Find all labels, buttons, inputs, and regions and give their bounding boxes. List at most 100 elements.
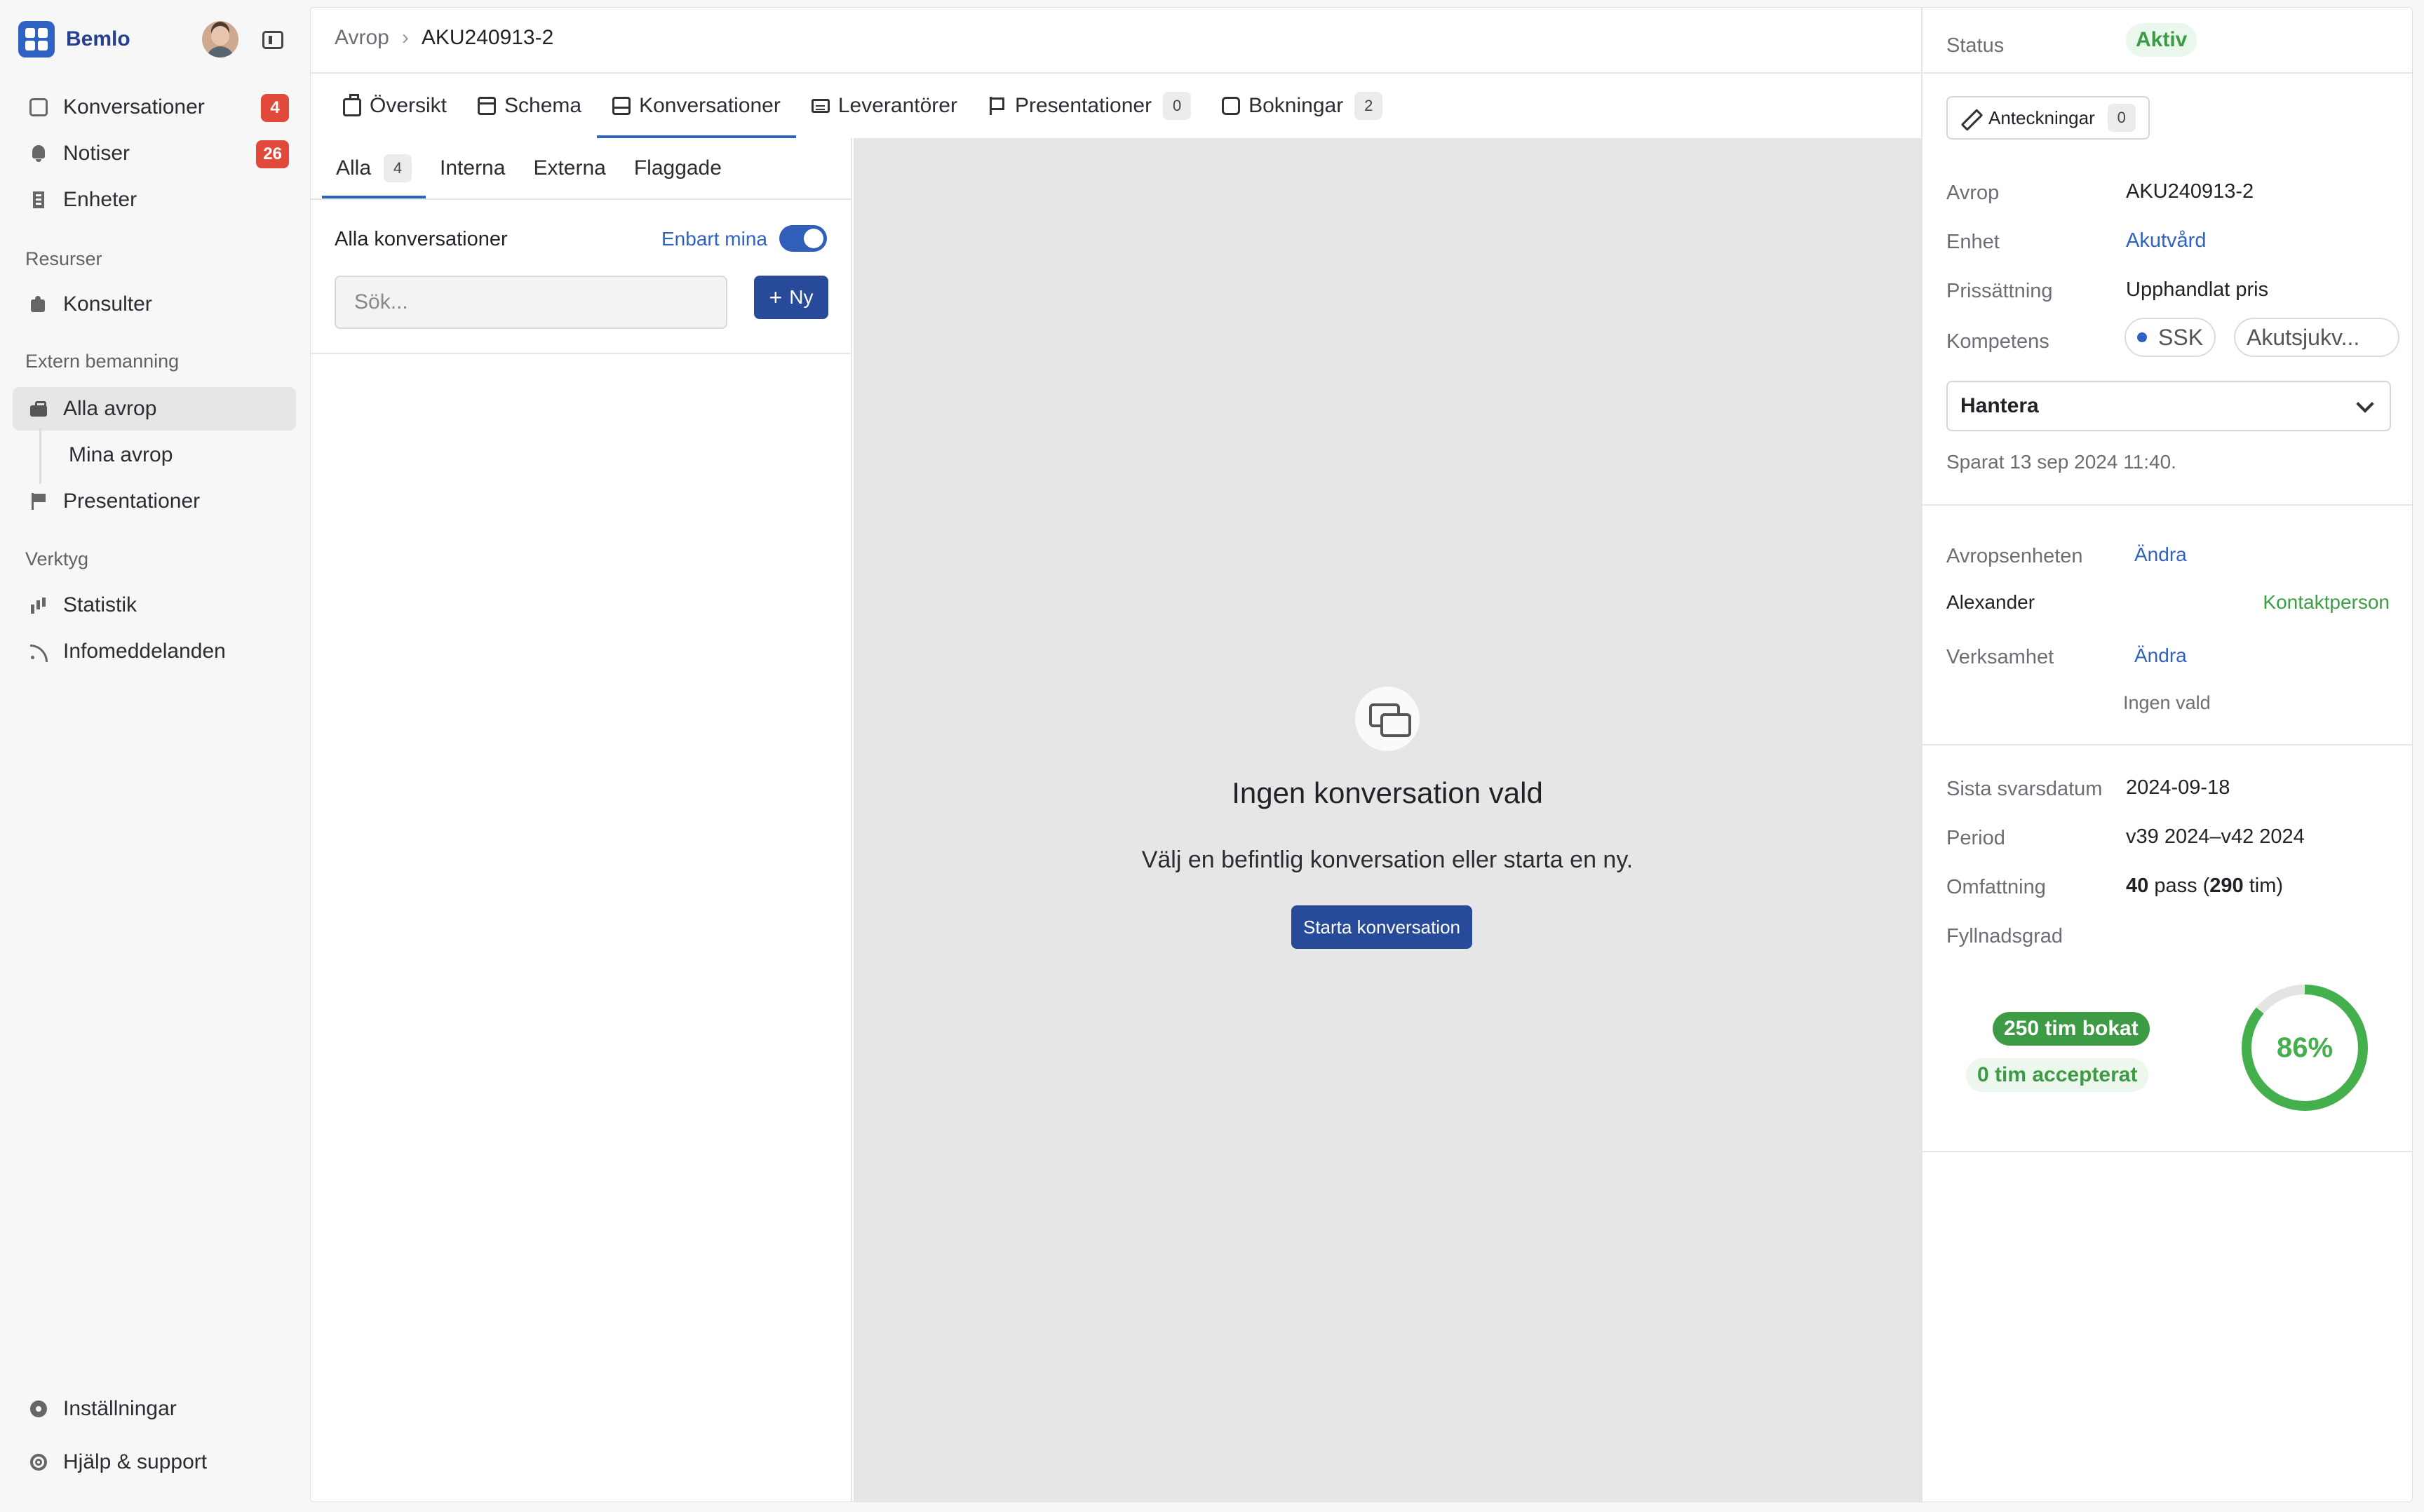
bar-chart-icon xyxy=(29,596,48,614)
booked-badge: 250 tim bokat xyxy=(1993,1012,2150,1046)
manage-select[interactable]: Hantera xyxy=(1946,381,2391,431)
search-input[interactable] xyxy=(335,276,727,329)
sidebar-item-konversationer[interactable]: Konversationer 4 xyxy=(13,86,296,129)
breadcrumb-root[interactable]: Avrop xyxy=(335,26,389,50)
only-mine-toggle[interactable] xyxy=(779,225,827,252)
sidebar-item-enheter[interactable]: Enheter xyxy=(13,178,296,222)
person-name: Alexander xyxy=(1946,591,2035,613)
sidebar-item-label: Enheter xyxy=(63,188,137,211)
svarsdatum-value: 2024-09-18 xyxy=(2126,776,2230,799)
sidebar-item-label: Konsulter xyxy=(63,292,152,316)
fill-percent-text: 86% xyxy=(2277,1032,2333,1063)
tab-label: Översikt xyxy=(370,94,447,117)
dot-icon xyxy=(2137,332,2147,342)
tab-konversationer[interactable]: Konversationer xyxy=(597,74,796,138)
conversation-list-panel: Alla 4 Interna Externa Flaggade Alla kon… xyxy=(311,138,852,1501)
puzzle-icon xyxy=(1222,97,1241,115)
omfattning-label: Omfattning xyxy=(1946,876,2046,898)
unread-badge: 4 xyxy=(261,94,289,122)
period-value: v39 2024–v42 2024 xyxy=(2126,825,2305,848)
section-extern-bemanning: Extern bemanning xyxy=(25,351,180,372)
sidebar-item-statistik[interactable]: Statistik xyxy=(13,583,296,627)
divider xyxy=(1923,504,2412,506)
sidebar: Bemlo Konversationer 4 Notiser 26 Enhete… xyxy=(0,0,309,1512)
details-panel: Status Aktiv Anteckningar 0 Avrop AKU240… xyxy=(1921,8,2412,1501)
sidebar-item-label: Notiser xyxy=(63,142,130,165)
fill-rate-donut: 86% xyxy=(2242,985,2368,1111)
enhet-link[interactable]: Akutvård xyxy=(2126,229,2206,252)
divider xyxy=(311,198,851,200)
subtab-externa[interactable]: Externa xyxy=(519,138,619,198)
chip-label: Akutsjukv... xyxy=(2247,324,2360,350)
sidebar-item-label: Konversationer xyxy=(63,95,205,119)
subtab-label: Interna xyxy=(440,156,506,180)
start-conversation-button[interactable]: Starta konversation xyxy=(1291,905,1472,949)
subtab-flaggade[interactable]: Flaggade xyxy=(620,138,736,198)
brand[interactable]: Bemlo xyxy=(18,21,130,58)
sidebar-item-label: Inställningar xyxy=(63,1397,177,1420)
new-conversation-button[interactable]: + Ny xyxy=(754,276,828,319)
tab-leverantorer[interactable]: Leverantörer xyxy=(796,74,973,138)
bemlo-logo-icon xyxy=(18,21,55,58)
sidebar-item-label: Infomeddelanden xyxy=(63,640,226,663)
pass-count: 40 xyxy=(2126,875,2149,897)
sidebar-item-installningar[interactable]: Inställningar xyxy=(13,1387,296,1431)
select-value: Hantera xyxy=(1960,394,2039,417)
inbox-icon xyxy=(612,97,631,115)
empty-state-title: Ingen konversation vald xyxy=(1232,776,1543,809)
subtab-alla[interactable]: Alla 4 xyxy=(322,138,426,198)
avrop-value: AKU240913-2 xyxy=(2126,180,2254,203)
subtab-interna[interactable]: Interna xyxy=(426,138,519,198)
section-verktyg: Verktyg xyxy=(25,548,89,569)
subnav-line xyxy=(39,428,41,484)
omfattning-value: 40 pass (290 tim) xyxy=(2126,875,2283,898)
subtab-label: Externa xyxy=(533,156,606,180)
inbox-icon xyxy=(29,98,48,116)
contact-person-label: Kontaktperson xyxy=(2263,591,2390,613)
pris-label: Prissättning xyxy=(1946,280,2053,302)
empty-state: Ingen konversation vald Välj en befintli… xyxy=(854,138,1921,1501)
tab-label: Schema xyxy=(504,94,582,117)
sidebar-item-notiser[interactable]: Notiser 26 xyxy=(13,132,296,175)
tab-label: Konversationer xyxy=(639,94,781,117)
gear-icon xyxy=(29,1400,48,1418)
svarsdatum-label: Sista svarsdatum xyxy=(1946,778,2103,800)
sidebar-toggle-icon[interactable] xyxy=(262,31,283,49)
kompetens-chip: Akutsjukv... xyxy=(2234,318,2399,357)
change-verksamhet-link[interactable]: Ändra xyxy=(2134,644,2187,667)
fyllnadsgrad-label: Fyllnadsgrad xyxy=(1946,925,2063,947)
sidebar-item-label: Statistik xyxy=(63,593,137,616)
tab-presentationer[interactable]: Presentationer 0 xyxy=(973,74,1206,138)
accepted-badge: 0 tim accepterat xyxy=(1966,1058,2149,1092)
tab-bokningar[interactable]: Bokningar 2 xyxy=(1206,74,1398,138)
status-label: Status xyxy=(1946,34,2005,57)
tab-oversikt[interactable]: Översikt xyxy=(328,74,462,138)
count-badge: 2 xyxy=(1354,92,1383,120)
avrop-label: Avrop xyxy=(1946,182,2000,204)
card-icon xyxy=(811,99,830,113)
flag-icon xyxy=(29,492,48,511)
sidebar-item-alla-avrop[interactable]: Alla avrop xyxy=(13,387,296,431)
breadcrumb-current: AKU240913-2 xyxy=(421,26,554,49)
breadcrumb: Avrop › AKU240913-2 xyxy=(335,26,553,50)
sidebar-item-hjalp-support[interactable]: Hjälp & support xyxy=(13,1440,296,1484)
saved-timestamp: Sparat 13 sep 2024 11:40. xyxy=(1946,451,2176,473)
verksamhet-value: Ingen vald xyxy=(2123,692,2211,713)
change-avropsenheten-link[interactable]: Ändra xyxy=(2134,544,2187,566)
tab-schema[interactable]: Schema xyxy=(462,74,597,138)
pris-value: Upphandlat pris xyxy=(2126,278,2269,301)
notes-button[interactable]: Anteckningar 0 xyxy=(1946,96,2150,140)
period-label: Period xyxy=(1946,827,2005,849)
count-badge: 0 xyxy=(1163,92,1192,120)
sidebar-item-infomeddelanden[interactable]: Infomeddelanden xyxy=(13,630,296,673)
count-badge: 0 xyxy=(2107,104,2136,132)
avatar[interactable] xyxy=(202,21,238,58)
briefcase-icon xyxy=(29,400,48,418)
puzzle-icon xyxy=(29,295,48,313)
flag-icon xyxy=(988,97,1006,115)
sidebar-item-presentationer[interactable]: Presentationer xyxy=(13,480,296,523)
sidebar-item-mina-avrop[interactable]: Mina avrop xyxy=(67,433,296,477)
divider xyxy=(1923,744,2412,745)
only-mine-label[interactable]: Enbart mina xyxy=(661,228,767,250)
sidebar-item-konsulter[interactable]: Konsulter xyxy=(13,283,296,326)
